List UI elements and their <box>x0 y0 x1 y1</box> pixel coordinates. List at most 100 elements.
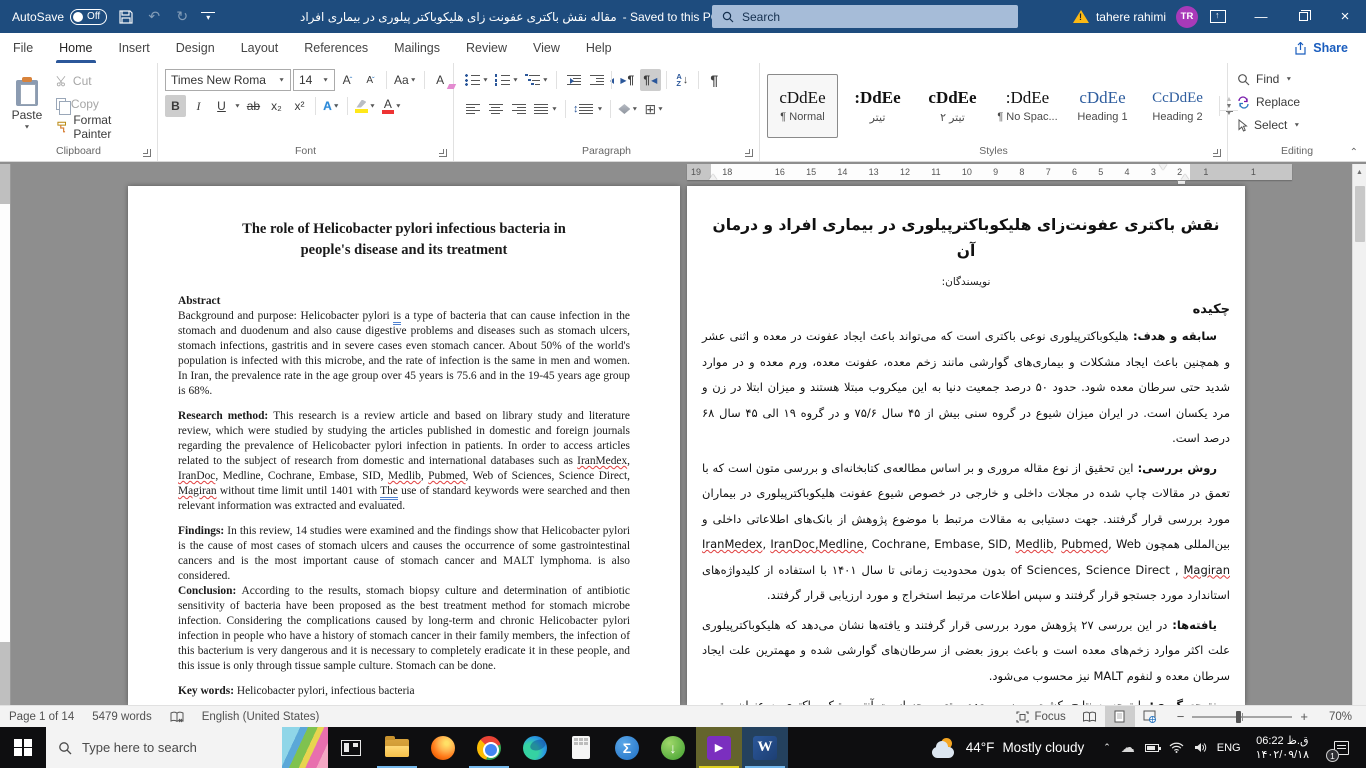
file-explorer-button[interactable] <box>374 727 420 768</box>
share-button[interactable]: Share <box>1276 33 1366 63</box>
tab-design[interactable]: Design <box>163 33 228 63</box>
zoom-in-button[interactable]: + <box>1300 709 1308 724</box>
clear-formatting-button[interactable]: A <box>430 69 451 91</box>
first-line-indent-marker[interactable] <box>1159 164 1167 174</box>
tab-view[interactable]: View <box>520 33 573 63</box>
idm-button[interactable]: ↓ <box>650 727 696 768</box>
zoom-slider-thumb[interactable] <box>1236 711 1241 723</box>
close-button[interactable]: × <box>1324 0 1366 33</box>
rtl-text-direction-button[interactable]: ¶◀ <box>640 69 661 91</box>
justify-button[interactable]: ▼ <box>532 98 560 120</box>
shrink-font-button[interactable]: Aˇ <box>360 69 381 91</box>
shading-button[interactable]: ▼ <box>616 98 640 120</box>
math-app-button[interactable]: Σ <box>604 727 650 768</box>
zoom-level[interactable]: 70% <box>1320 706 1366 727</box>
superscript-button[interactable]: x² <box>289 95 310 117</box>
increase-indent-button[interactable] <box>585 69 606 91</box>
autosave-toggle[interactable]: AutoSave Off <box>12 9 107 25</box>
italic-button[interactable]: I <box>188 95 209 117</box>
text-effects-button[interactable]: A▼ <box>321 95 342 117</box>
tab-file[interactable]: File <box>0 33 46 63</box>
taskbar-search[interactable]: Type here to search <box>46 727 328 768</box>
multilevel-list-button[interactable]: ▼ <box>523 69 551 91</box>
zoom-slider[interactable] <box>1192 716 1292 718</box>
style-heading-1[interactable]: cDdEe Heading 1 <box>1067 74 1138 138</box>
hanging-indent-marker[interactable] <box>1181 170 1189 180</box>
subscript-button[interactable]: x₂ <box>266 95 287 117</box>
zoom-out-button[interactable]: − <box>1177 709 1185 724</box>
clipboard-dialog-launcher[interactable] <box>143 149 151 157</box>
redo-icon[interactable]: ↻ <box>173 8 191 26</box>
word-count[interactable]: 5479 words <box>83 706 160 727</box>
left-indent-marker[interactable] <box>1177 180 1186 185</box>
numbering-button[interactable]: ▼ <box>493 69 521 91</box>
style-normal[interactable]: cDdEe ¶ Normal <box>767 74 838 138</box>
tab-review[interactable]: Review <box>453 33 520 63</box>
hidden-icons-chevron[interactable]: ⌃ <box>1103 742 1111 753</box>
decrease-indent-button[interactable] <box>562 69 583 91</box>
collapse-ribbon-icon[interactable]: ⌃ <box>1350 147 1358 158</box>
style-titr[interactable]: :DdEe تیتر <box>842 74 913 138</box>
task-view-button[interactable] <box>328 727 374 768</box>
media-player-button[interactable]: ▶ <box>696 727 742 768</box>
style-titr-2[interactable]: cDdEe تیتر ۲ <box>917 74 988 138</box>
tab-help[interactable]: Help <box>573 33 625 63</box>
tab-home[interactable]: Home <box>46 33 105 63</box>
focus-button[interactable]: Focus <box>1007 706 1074 727</box>
search-bar[interactable]: Search <box>712 5 1018 28</box>
style-heading-2[interactable]: CcDdEe Heading 2 <box>1142 74 1213 138</box>
edge-button[interactable] <box>512 727 558 768</box>
font-size-select[interactable]: 14▼ <box>293 69 335 91</box>
warning-icon[interactable] <box>1073 10 1088 23</box>
clock[interactable]: 06:22 ق.ظ ۱۴۰۲/۰۹/۱۸ <box>1250 734 1315 762</box>
highlight-button[interactable]: ▼ <box>353 95 378 117</box>
proofing-status[interactable] <box>161 706 193 727</box>
autosave-pill[interactable]: Off <box>70 9 107 25</box>
search-box-picture[interactable] <box>282 727 328 768</box>
grow-font-button[interactable]: Aˆ <box>337 69 358 91</box>
firefox-button[interactable] <box>420 727 466 768</box>
tab-references[interactable]: References <box>291 33 381 63</box>
align-right-button[interactable] <box>509 98 530 120</box>
page-persian[interactable]: نقش باکتری عفونت‌زای هلیکوباکترپیلوری در… <box>687 186 1245 705</box>
change-case-button[interactable]: Aa▼ <box>392 69 419 91</box>
sort-button[interactable]: AZ↓ <box>672 69 693 91</box>
underline-caret-icon[interactable]: ▼ <box>234 103 241 109</box>
battery-icon[interactable] <box>1145 744 1159 752</box>
bullets-button[interactable]: ▼ <box>463 69 491 91</box>
restore-button[interactable] <box>1282 0 1324 33</box>
calculator-button[interactable] <box>558 727 604 768</box>
right-indent-marker[interactable] <box>709 170 717 180</box>
read-mode-button[interactable] <box>1075 706 1105 727</box>
paragraph-dialog-launcher[interactable] <box>745 149 753 157</box>
style-no-spacing[interactable]: :DdEe ¶ No Spac... <box>992 74 1063 138</box>
paste-button[interactable]: Paste ▼ <box>3 67 51 144</box>
print-layout-button[interactable] <box>1105 706 1135 727</box>
replace-button[interactable]: Replace <box>1237 92 1300 112</box>
tab-layout[interactable]: Layout <box>228 33 292 63</box>
ribbon-display-options-icon[interactable] <box>1210 10 1226 23</box>
onedrive-icon[interactable]: ☁ <box>1121 739 1135 756</box>
minimize-button[interactable]: — <box>1240 0 1282 33</box>
language-indicator[interactable]: English (United States) <box>193 706 329 727</box>
avatar[interactable]: TR <box>1176 6 1198 28</box>
font-dialog-launcher[interactable] <box>439 149 447 157</box>
weather-widget[interactable]: 44°F Mostly cloudy <box>922 738 1094 758</box>
styles-dialog-launcher[interactable] <box>1213 149 1221 157</box>
user-name[interactable]: tahere rahimi <box>1096 10 1166 24</box>
cut-button[interactable]: Cut <box>53 71 152 91</box>
font-family-select[interactable]: Times New Roma▼ <box>165 69 291 91</box>
action-center-button[interactable]: 1 <box>1324 727 1358 768</box>
underline-button[interactable]: U <box>211 95 232 117</box>
select-button[interactable]: Select▼ <box>1237 115 1300 135</box>
tab-mailings[interactable]: Mailings <box>381 33 453 63</box>
line-spacing-button[interactable]: ↕▼ <box>571 98 605 120</box>
bold-button[interactable]: B <box>165 95 186 117</box>
show-hide-marks-button[interactable]: ¶ <box>704 69 725 91</box>
align-left-button[interactable] <box>463 98 484 120</box>
wifi-icon[interactable] <box>1169 742 1184 753</box>
copy-button[interactable]: Copy <box>53 94 152 114</box>
page-indicator[interactable]: Page 1 of 14 <box>0 706 83 727</box>
saved-status[interactable]: - Saved to this PC <box>623 10 720 24</box>
customize-qat-icon[interactable]: ▾ <box>201 12 215 22</box>
